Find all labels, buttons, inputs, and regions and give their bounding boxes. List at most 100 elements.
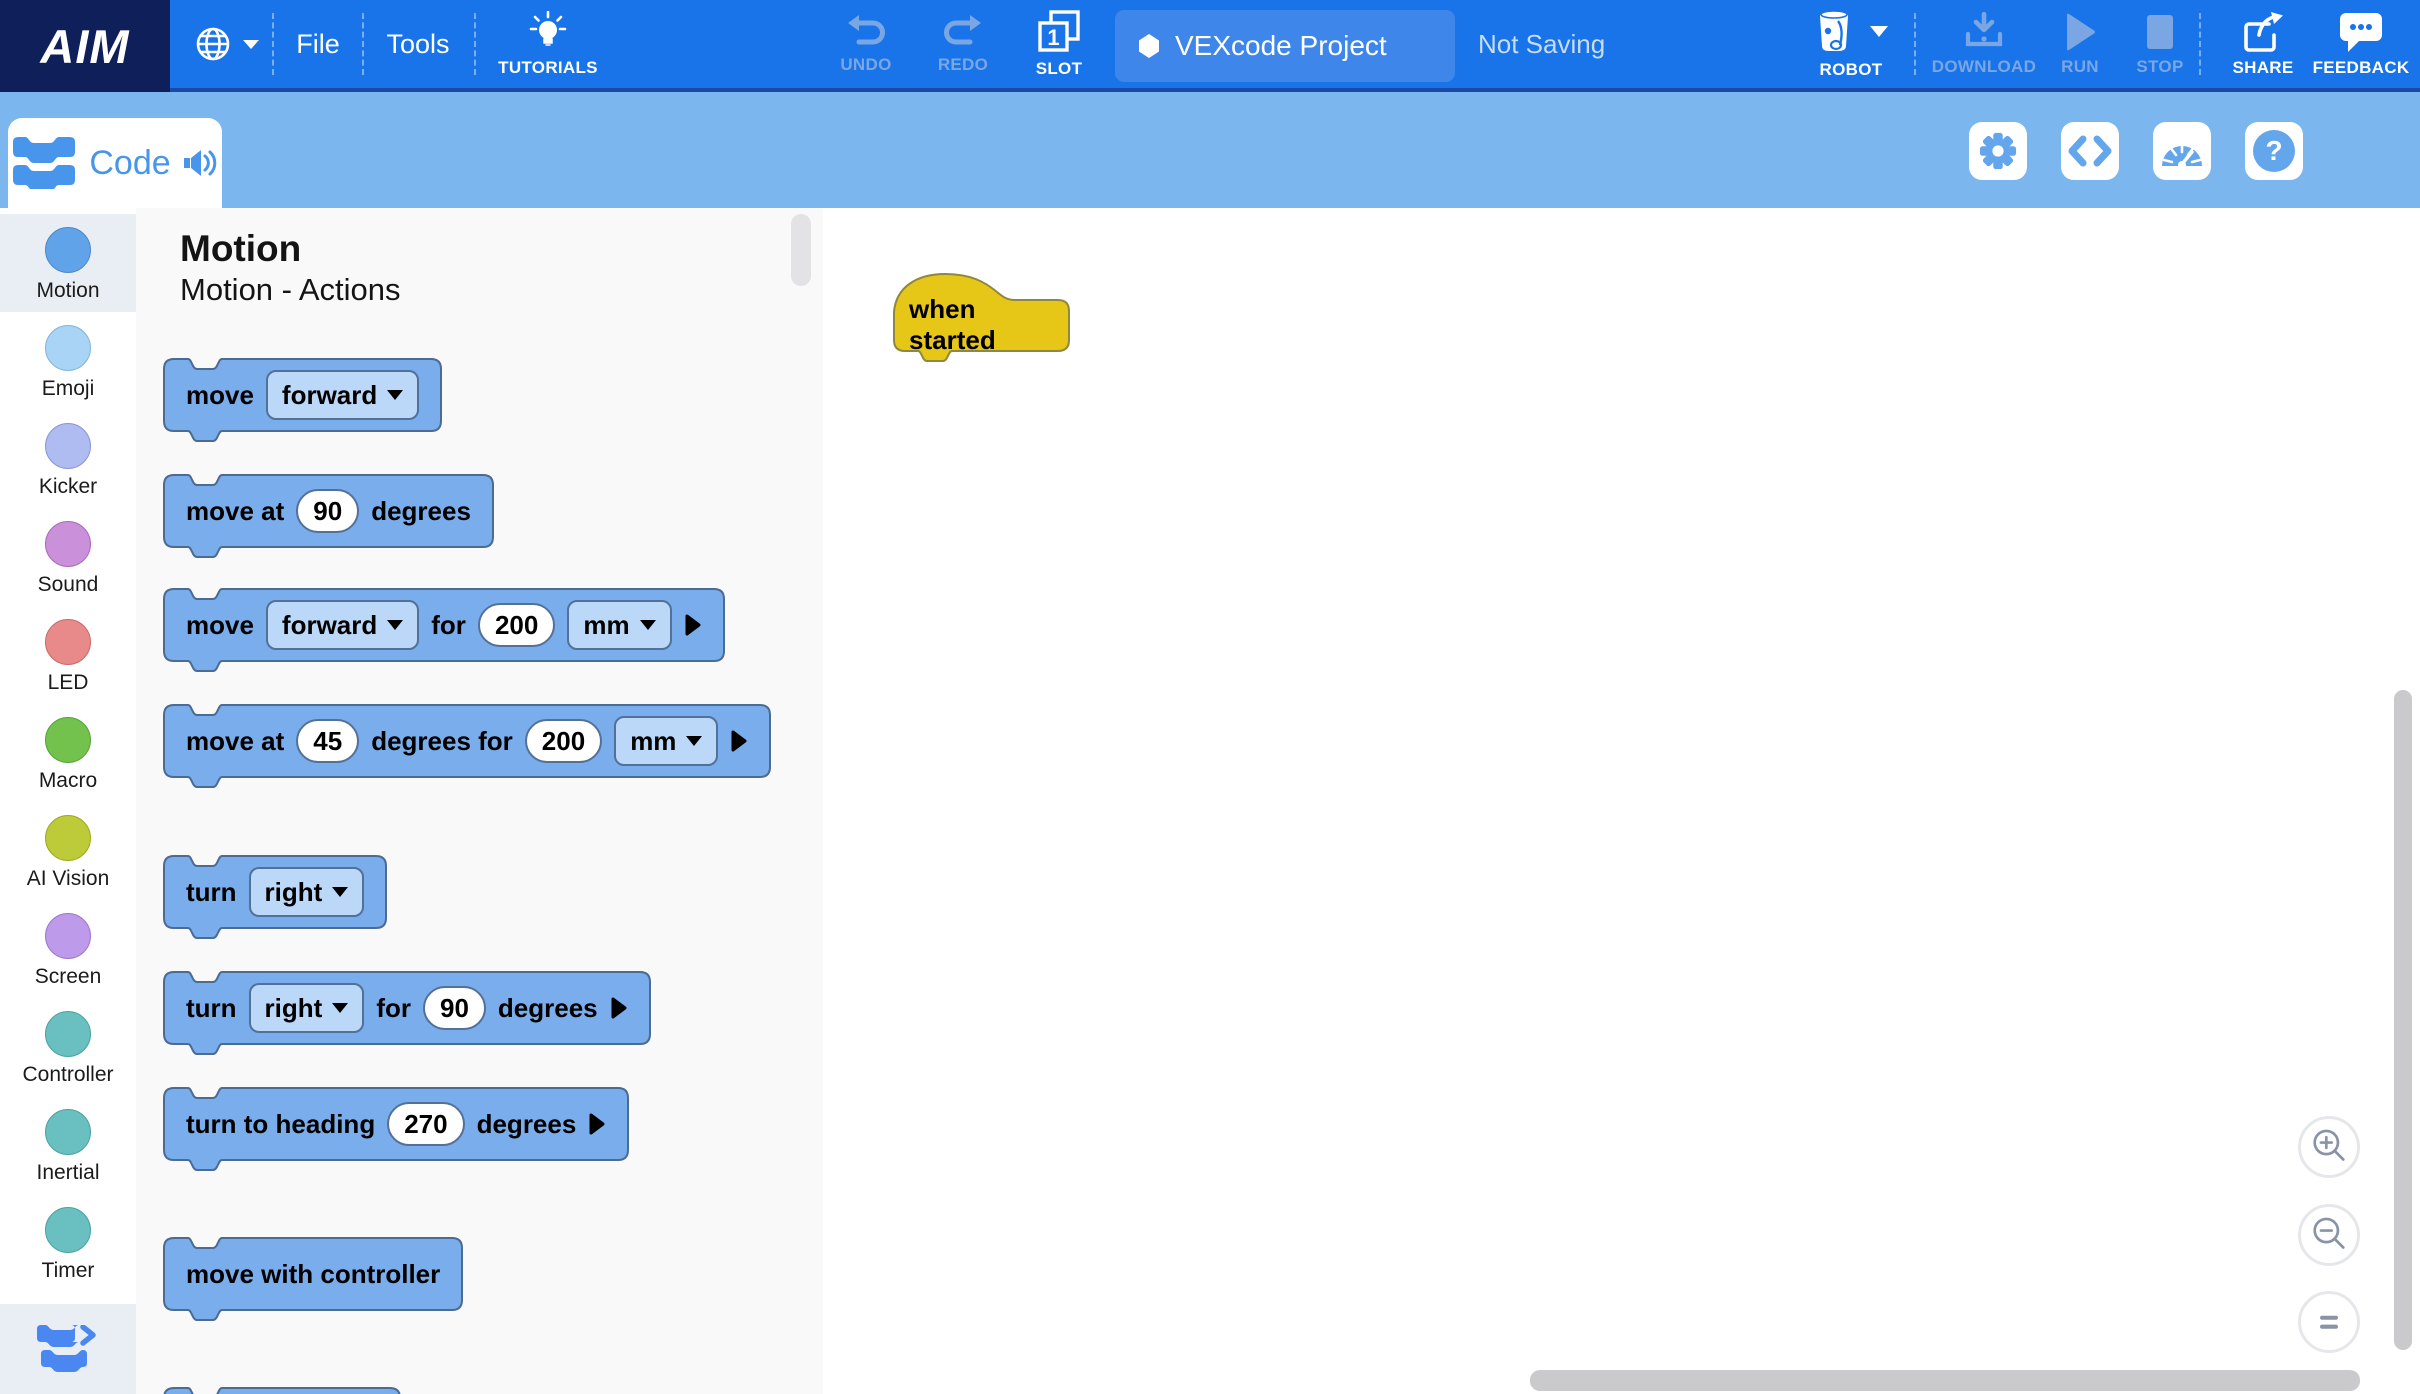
robot-button[interactable]: ROBOT <box>1796 0 1906 88</box>
block-number-input[interactable]: 45 <box>296 719 359 763</box>
chevron-down-icon <box>243 40 259 49</box>
block-label: move with controller <box>186 1259 440 1290</box>
globe-icon <box>193 24 233 64</box>
play-icon <box>2063 12 2097 52</box>
block-number-input[interactable]: 90 <box>296 489 359 533</box>
monitor-button[interactable] <box>2153 122 2211 180</box>
tab-code[interactable]: Code <box>8 118 222 208</box>
code-brackets-icon <box>2066 131 2114 171</box>
block-dropdown-value: right <box>265 993 323 1024</box>
category-label: Controller <box>22 1063 113 1087</box>
sidebar-item-emoji[interactable]: Emoji <box>0 312 136 410</box>
block-expand-arrow[interactable] <box>684 613 702 637</box>
vertical-scrollbar[interactable] <box>2394 690 2412 1350</box>
workspace-canvas[interactable]: when started <box>823 208 2420 1394</box>
divider <box>474 13 476 75</box>
when-started-block[interactable]: when started <box>893 272 1071 364</box>
category-label: LED <box>48 671 89 695</box>
palette-block-7[interactable]: move with controller <box>164 1238 462 1310</box>
help-button[interactable]: ? <box>2245 122 2303 180</box>
project-name-field[interactable]: VEXcode Project <box>1115 10 1455 82</box>
feedback-icon <box>2338 11 2384 53</box>
block-dropdown-value: forward <box>282 380 377 411</box>
block-dropdown-value: mm <box>630 726 676 757</box>
palette-scrollbar[interactable] <box>791 214 811 286</box>
category-circle <box>45 521 91 567</box>
block-dropdown[interactable]: forward <box>266 370 419 420</box>
palette-title: Motion <box>180 228 301 270</box>
sidebar-item-led[interactable]: LED <box>0 606 136 704</box>
sidebar-item-inertial[interactable]: Inertial <box>0 1096 136 1194</box>
zoom-in-button[interactable] <box>2298 1116 2360 1178</box>
block-dropdown[interactable]: right <box>249 867 365 917</box>
add-extension-button[interactable] <box>0 1304 136 1394</box>
tutorials-button[interactable]: TUTORIALS <box>494 0 602 88</box>
file-menu[interactable]: File <box>287 0 349 88</box>
chevron-down-icon <box>387 390 403 400</box>
share-button[interactable]: SHARE <box>2218 0 2308 88</box>
block-dropdown[interactable]: right <box>249 983 365 1033</box>
palette-block-5[interactable]: turnrightfor90degrees <box>164 972 650 1044</box>
sidebar-item-motion[interactable]: Motion <box>0 214 136 312</box>
block-number-input[interactable]: 200 <box>478 603 555 647</box>
block-label: for <box>376 993 411 1024</box>
feedback-button[interactable]: FEEDBACK <box>2306 0 2416 88</box>
hat-block-label: when started <box>909 299 1061 350</box>
block-expand-arrow[interactable] <box>588 1112 606 1136</box>
share-icon <box>2241 11 2285 53</box>
block-dropdown-value: mm <box>583 610 629 641</box>
block-expand-arrow[interactable] <box>730 729 748 753</box>
horizontal-scrollbar[interactable] <box>1530 1370 2360 1391</box>
sidebar-item-controller[interactable]: Controller <box>0 998 136 1096</box>
divider <box>272 13 274 75</box>
sidebar-item-screen[interactable]: Screen <box>0 900 136 998</box>
sidebar-item-kicker[interactable]: Kicker <box>0 410 136 508</box>
speaker-icon <box>183 148 217 178</box>
palette-block-8[interactable] <box>164 1388 400 1394</box>
undo-button[interactable]: UNDO <box>826 0 906 88</box>
block-dropdown[interactable]: mm <box>614 716 718 766</box>
palette-block-6[interactable]: turn to heading270degrees <box>164 1088 628 1160</box>
sidebar-item-timer[interactable]: Timer <box>0 1194 136 1292</box>
zoom-reset-button[interactable] <box>2298 1291 2360 1353</box>
block-label: move at <box>186 726 284 757</box>
category-label: Motion <box>36 279 99 303</box>
category-circle <box>45 227 91 273</box>
settings-button[interactable] <box>1969 122 2027 180</box>
block-dropdown[interactable]: forward <box>266 600 419 650</box>
block-dropdown[interactable]: mm <box>567 600 671 650</box>
palette-subtitle: Motion - Actions <box>180 272 401 308</box>
sidebar-item-macro[interactable]: Macro <box>0 704 136 802</box>
block-label: move <box>186 610 254 641</box>
save-status: Not Saving <box>1478 0 1605 88</box>
category-sidebar: Motion EmojiKickerSound LED Macro AI Vision S… <box>0 208 136 1394</box>
question-mark-icon: ? <box>2251 128 2297 174</box>
divider <box>362 13 364 75</box>
redo-button[interactable]: REDO <box>923 0 1003 88</box>
palette-block-2[interactable]: moveforwardfor200mm <box>164 589 724 661</box>
slot-button[interactable]: 1 SLOT <box>1016 0 1102 88</box>
block-expand-arrow[interactable] <box>610 996 628 1020</box>
palette-block-0[interactable]: moveforward <box>164 359 441 431</box>
chevron-down-icon <box>1870 26 1888 37</box>
palette-block-3[interactable]: move at45degrees for200mm <box>164 705 770 777</box>
tools-menu[interactable]: Tools <box>378 0 458 88</box>
language-selector[interactable] <box>183 0 269 88</box>
code-view-button[interactable] <box>2061 122 2119 180</box>
blocks-icon <box>13 137 77 189</box>
sidebar-item-ai-vision[interactable]: AI Vision <box>0 802 136 900</box>
download-button[interactable]: DOWNLOAD <box>1926 0 2042 88</box>
toolbar: Code <box>0 92 2420 208</box>
category-label: AI Vision <box>27 867 110 891</box>
run-button[interactable]: RUN <box>2048 0 2112 88</box>
block-number-input[interactable]: 200 <box>525 719 602 763</box>
block-number-input[interactable]: 270 <box>387 1102 464 1146</box>
zoom-out-button[interactable] <box>2298 1204 2360 1266</box>
zoom-reset-icon <box>2304 1297 2354 1347</box>
sidebar-item-sound[interactable]: Sound <box>0 508 136 606</box>
block-number-input[interactable]: 90 <box>423 986 486 1030</box>
palette-block-1[interactable]: move at90degrees <box>164 475 493 547</box>
palette-block-4[interactable]: turnright <box>164 856 386 928</box>
stop-button[interactable]: STOP <box>2124 0 2196 88</box>
block-label: turn <box>186 993 237 1024</box>
